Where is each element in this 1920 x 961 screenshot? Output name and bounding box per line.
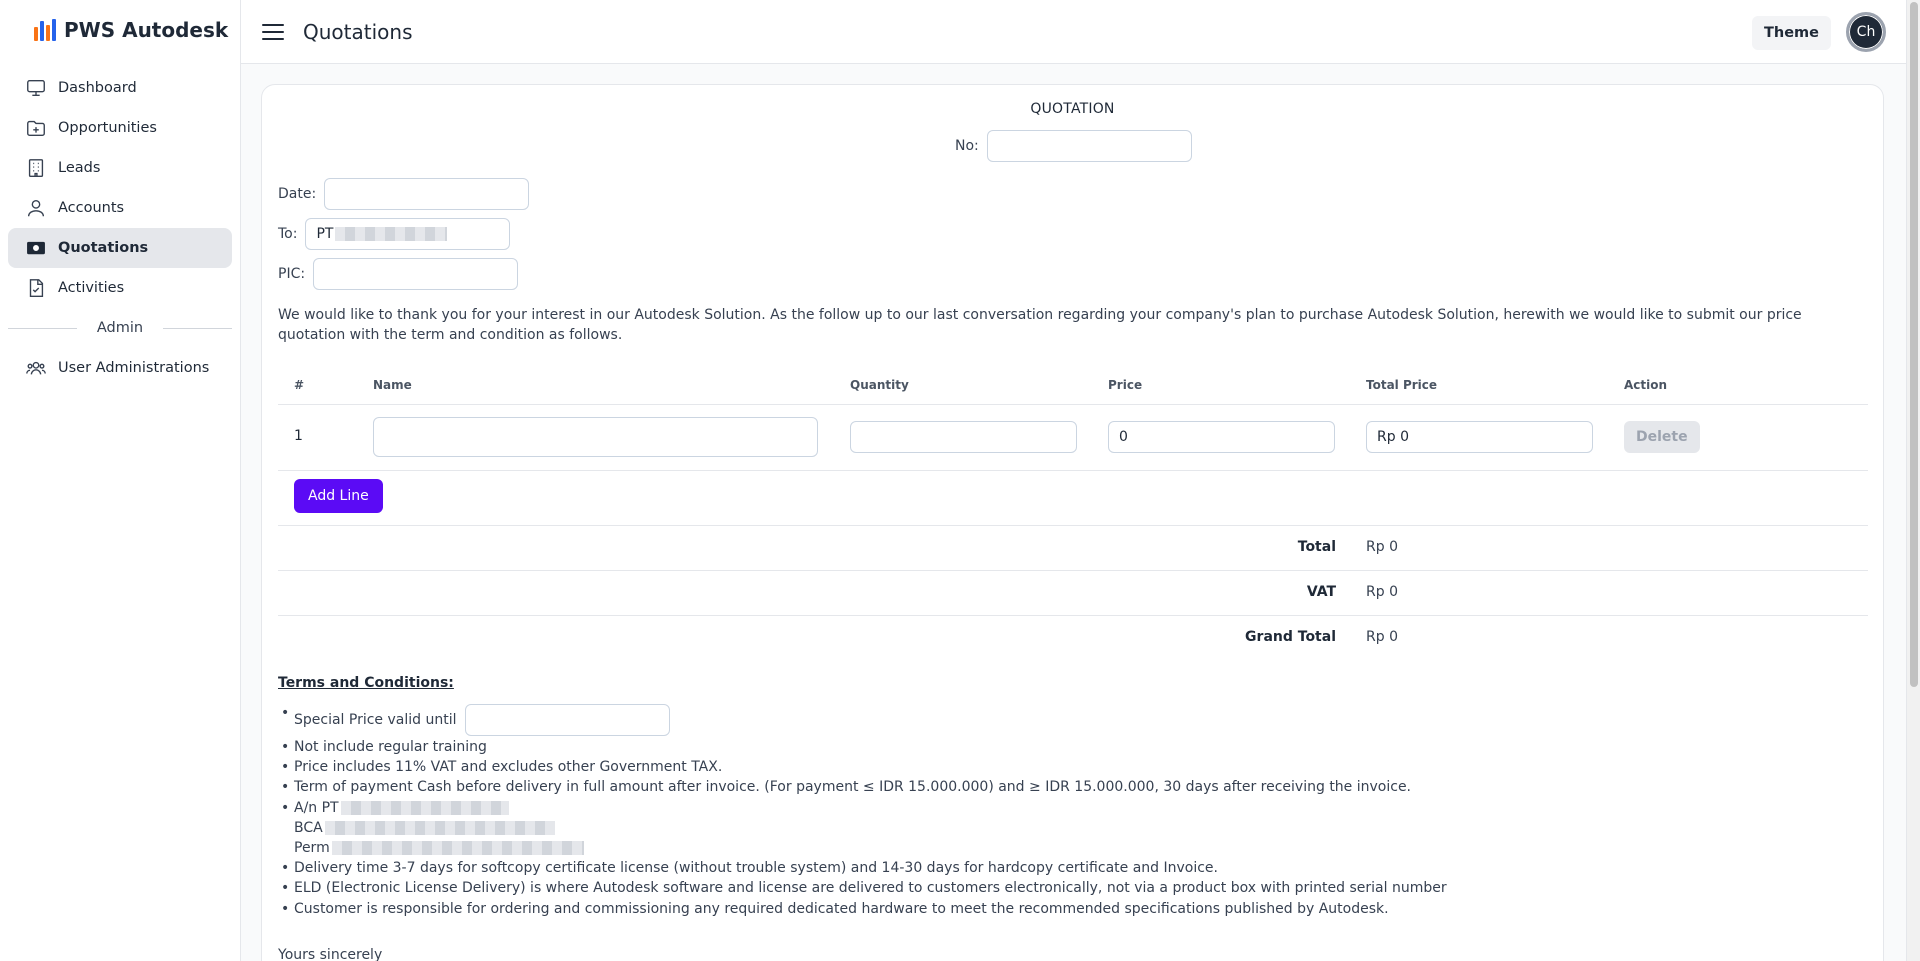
grand-total-value: Rp 0 [1366,629,1398,645]
users-icon [25,357,47,379]
intro-text: We would like to thank you for your inte… [278,307,1802,343]
term-item: Customer is responsible for ordering and… [281,899,1854,919]
sidebar-item-label: Activities [58,280,125,296]
sidebar-item-label: Leads [58,160,101,176]
redacted-block [340,800,509,815]
column-header-name: Name [373,378,412,392]
brand-name: PWS Autodesk [64,18,229,42]
grand-total-row: Grand Total Rp 0 [278,615,1868,660]
sidebar-item-quotations[interactable]: Quotations [8,228,232,268]
to-field-row: To: PT [278,218,511,250]
no-field-row: No: [955,130,1192,162]
top-header: Quotations Theme Ch [241,0,1906,64]
page-scrollbar[interactable] [1906,0,1920,961]
term-item: ELD (Electronic License Delivery) is whe… [281,878,1854,898]
sidebar-item-leads[interactable]: Leads [8,148,232,188]
quantity-input[interactable] [850,421,1077,453]
vat-label: VAT [1306,584,1336,600]
quotation-card: QUOTATION No: Date: To: PT PIC: We would… [261,84,1884,961]
date-field-row: Date: [278,178,530,210]
pic-label: PIC: [278,266,306,282]
brand[interactable]: PWS Autodesk [0,0,240,60]
sidebar-item-opportunities[interactable]: Opportunities [8,108,232,148]
theme-button[interactable]: Theme [1752,16,1831,50]
avatar[interactable]: Ch [1846,12,1886,52]
name-input[interactable] [373,417,818,457]
term-item: Delivery time 3-7 days for softcopy cert… [281,858,1854,878]
term-account: A/n PT BCA Perm [281,798,1854,859]
scrollbar-thumb[interactable] [1910,2,1918,687]
add-line-button[interactable]: Add Line [294,479,383,513]
terms-title: Terms and Conditions: [278,675,454,691]
price-input[interactable]: 0 [1108,421,1335,453]
table-header: # Name Quantity Price Total Price Action [278,367,1868,405]
redacted-block [335,227,448,241]
vat-row: VAT Rp 0 [278,570,1868,615]
monitor-icon [25,77,47,99]
to-value: PT [316,226,334,242]
no-label: No: [955,138,979,154]
folder-plus-icon [25,117,47,139]
autodesk-logo-icon [34,19,56,41]
file-check-icon [25,277,47,299]
redacted-block [331,841,584,856]
total-price-input[interactable]: Rp 0 [1366,421,1593,453]
quotation-title: QUOTATION [1030,101,1115,117]
admin-divider: Admin [8,320,232,336]
sidebar-item-label: Dashboard [58,80,137,96]
sidebar-item-label: Accounts [58,200,125,216]
sidebar-nav: Dashboard Opportunities Leads Accounts Q… [0,60,240,308]
cash-icon [25,237,47,259]
term-item: Not include regular training [281,737,1854,757]
to-input[interactable]: PT [305,218,511,250]
sidebar-item-user-administrations[interactable]: User Administrations [8,348,232,388]
sidebar-item-accounts[interactable]: Accounts [8,188,232,228]
sidebar-item-label: User Administrations [58,360,210,376]
sidebar-item-activities[interactable]: Activities [8,268,232,308]
page-title: Quotations [303,19,413,44]
special-price-label: Special Price valid until [294,711,457,728]
column-header-total-price: Total Price [1366,378,1438,392]
account-line: BCA [294,818,1854,838]
redacted-block [324,820,555,835]
column-header-index: # [294,378,305,392]
admin-label: Admin [96,320,144,336]
column-header-action: Action [1624,378,1668,392]
no-input[interactable] [986,130,1192,162]
date-label: Date: [278,186,317,202]
admin-nav: User Administrations [0,348,240,388]
user-icon [25,197,47,219]
table-row: 1 0 Rp 0 Delete [278,405,1868,471]
hamburger-menu-icon[interactable] [262,21,284,43]
special-price-input[interactable] [464,704,670,736]
total-value: Rp 0 [1366,539,1398,555]
vat-value: Rp 0 [1366,584,1398,600]
column-header-quantity: Quantity [850,378,909,392]
delete-button[interactable]: Delete [1624,421,1700,453]
term-item: Term of payment Cash before delivery in … [281,777,1854,797]
date-input[interactable] [324,178,530,210]
terms-list: Special Price valid until Not include re… [281,703,1854,919]
pic-field-row: PIC: [278,258,519,290]
grand-total-label: Grand Total [1245,629,1336,645]
sidebar-item-label: Opportunities [58,120,157,136]
total-row: Total Rp 0 [278,525,1868,570]
pic-input[interactable] [313,258,519,290]
total-label: Total [1297,539,1336,555]
term-special-price: Special Price valid until [281,703,1854,737]
building-icon [25,157,47,179]
account-line: Perm [294,838,1854,858]
sidebar-item-label: Quotations [58,240,149,256]
row-index: 1 [294,428,303,444]
column-header-price: Price [1108,378,1143,392]
sidebar: PWS Autodesk Dashboard Opportunities Lea… [0,0,241,961]
closing-text: Yours sincerely [278,947,383,961]
account-line: A/n PT [294,798,1854,818]
to-label: To: [278,226,298,242]
sidebar-item-dashboard[interactable]: Dashboard [8,68,232,108]
term-item: Price includes 11% VAT and excludes othe… [281,757,1854,777]
